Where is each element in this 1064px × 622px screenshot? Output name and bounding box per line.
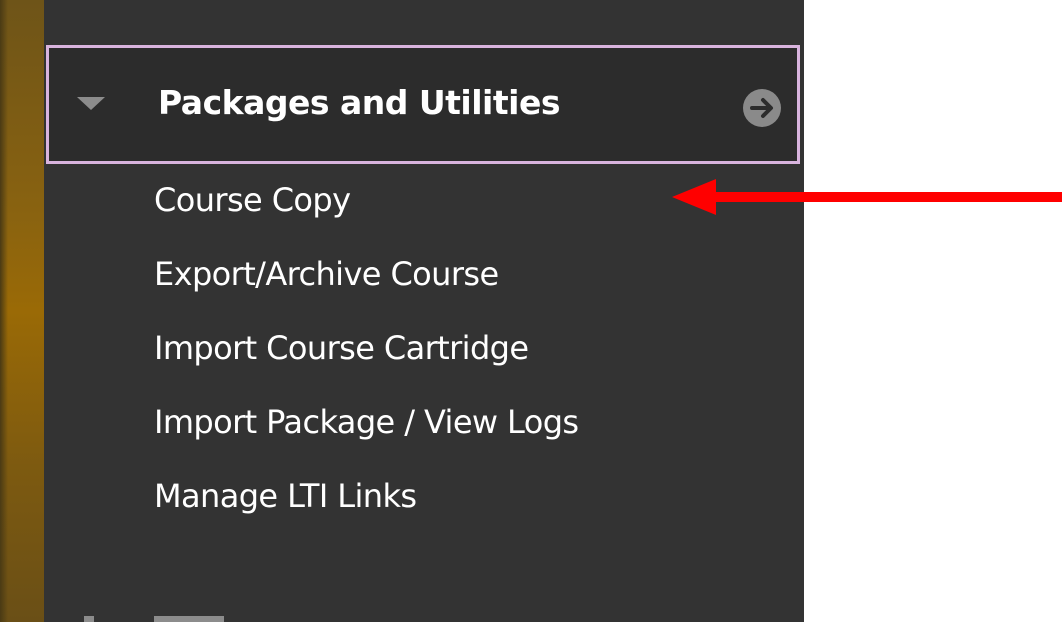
menu-items-list: Course Copy Export/Archive Course Import… <box>154 168 579 538</box>
red-pointer-arrow <box>672 179 1062 215</box>
menu-item-export-archive-course[interactable]: Export/Archive Course <box>154 242 578 316</box>
menu-item-manage-lti-links[interactable]: Manage LTI Links <box>154 464 578 538</box>
packages-and-utilities-header[interactable]: Packages and Utilities <box>46 45 800 164</box>
circle-arrow-right-icon[interactable] <box>741 87 783 129</box>
menu-section-title: Packages and Utilities <box>158 83 560 122</box>
side-strip-shade <box>0 0 8 622</box>
caret-down-icon[interactable] <box>77 97 105 110</box>
course-menu-panel: Packages and Utilities Course Copy Expor… <box>44 0 804 622</box>
menu-item-import-package-view-logs[interactable]: Import Package / View Logs <box>154 390 579 464</box>
course-menu-side-strip <box>0 0 44 622</box>
next-section-cutoff <box>78 604 258 622</box>
menu-item-course-copy[interactable]: Course Copy <box>154 168 578 242</box>
menu-item-import-course-cartridge[interactable]: Import Course Cartridge <box>154 316 578 390</box>
